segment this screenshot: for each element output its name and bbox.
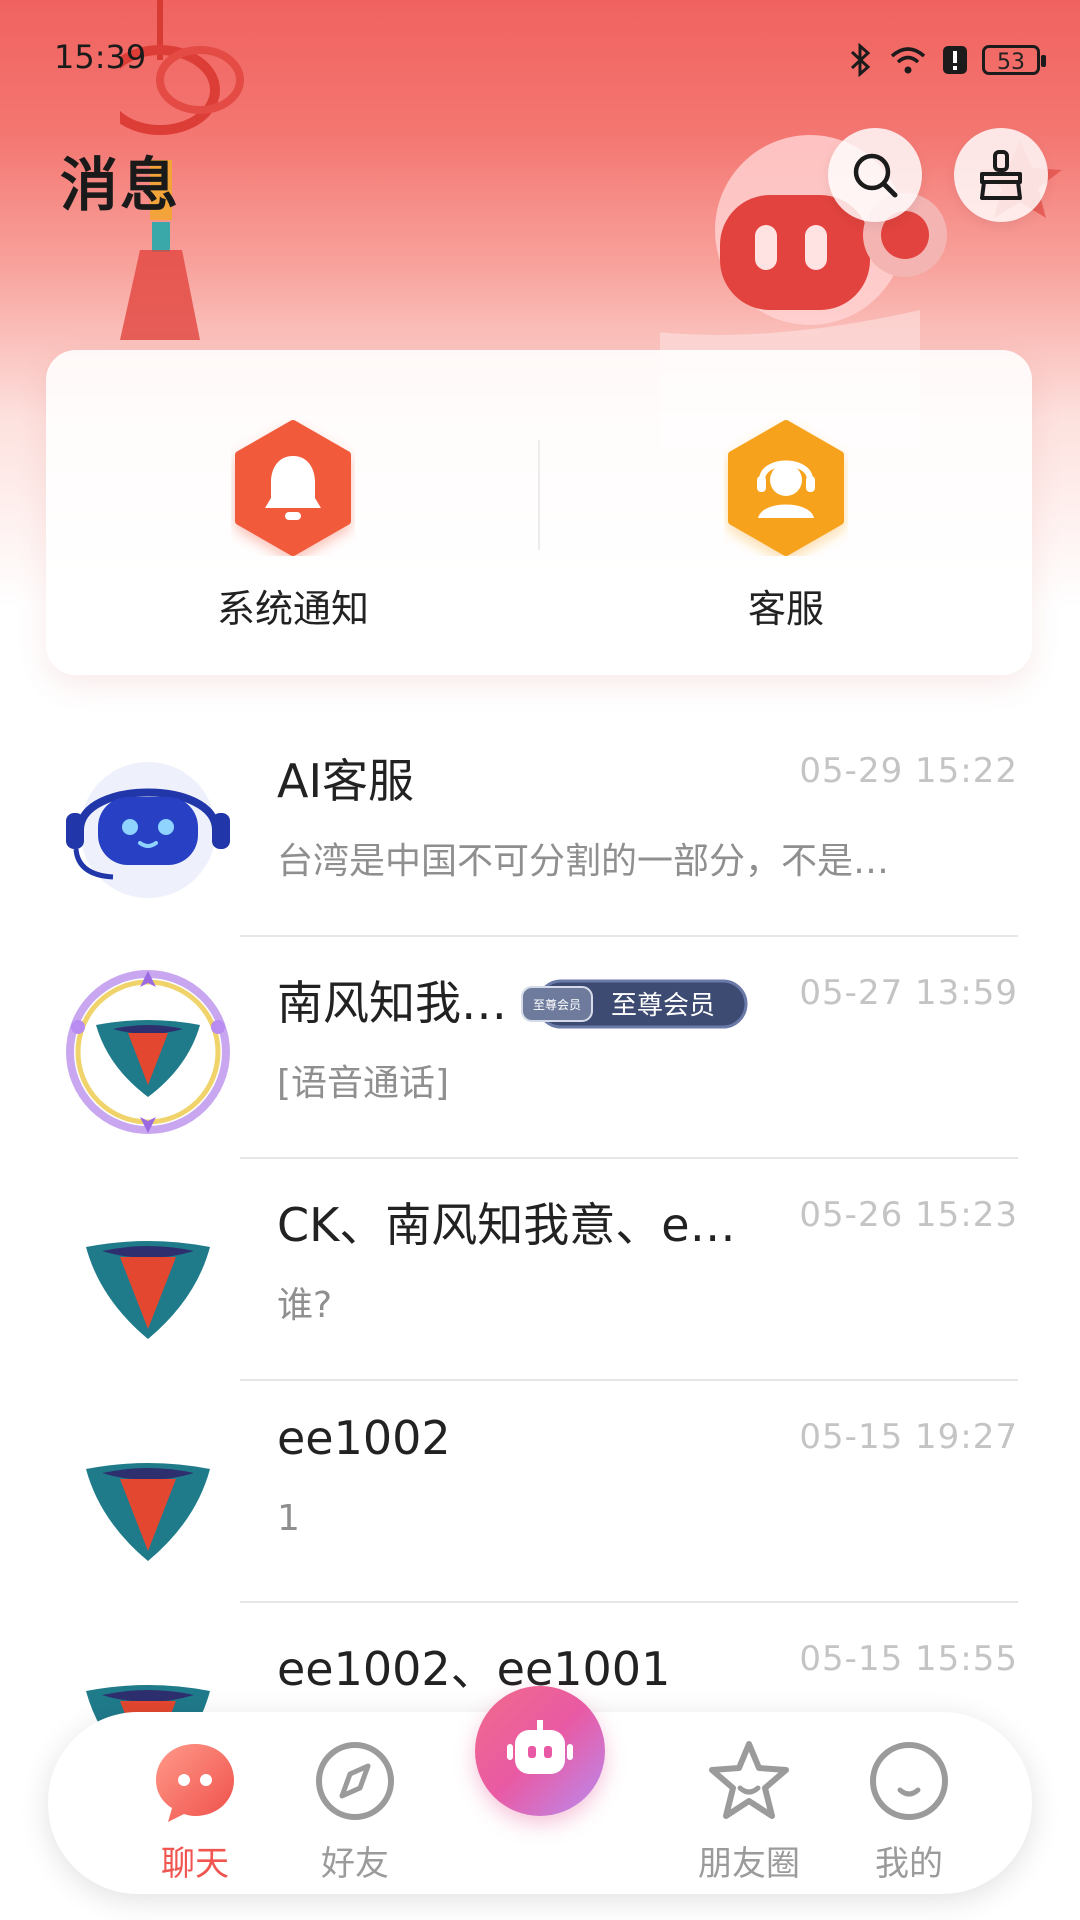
tab-friends-label: 好友: [321, 1844, 389, 1884]
status-icons: 53: [848, 40, 1046, 80]
framed-logo-avatar: [66, 970, 230, 1134]
message-list: AI客服 05-29 15:22 台湾是中国不可分割的一部分，不是… 南风知我……: [0, 715, 1080, 1825]
tab-friends[interactable]: 好友: [280, 1736, 430, 1885]
clear-messages-button[interactable]: [954, 128, 1048, 222]
conversation-time: 05-27 13:59: [799, 973, 1018, 1013]
system-notification-label: 系统通知: [216, 587, 369, 631]
customer-service-label: 客服: [747, 587, 824, 631]
conversation-time: 05-29 15:22: [799, 751, 1018, 791]
conversation-preview: 台湾是中国不可分割的一部分，不是…: [277, 841, 890, 882]
status-bar: 15:39 53: [0, 0, 1080, 120]
tab-chat[interactable]: 聊天: [120, 1736, 270, 1885]
quick-actions-card: 系统通知 客服: [46, 350, 1032, 675]
tab-moments[interactable]: 朋友圈: [674, 1736, 824, 1885]
customer-service-entry[interactable]: 客服: [636, 420, 936, 633]
search-icon: [853, 153, 898, 198]
logo-avatar: [86, 1241, 210, 1339]
conversation-row[interactable]: ee1002 05-15 19:27 1: [0, 1381, 1080, 1603]
tab-moments-label: 朋友圈: [698, 1844, 800, 1884]
bell-icon: [235, 420, 351, 556]
conversation-row[interactable]: AI客服 05-29 15:22 台湾是中国不可分割的一部分，不是…: [0, 715, 1080, 937]
conversation-name: ee1002、ee1001: [277, 1642, 671, 1696]
conversation-preview: 1: [277, 1498, 300, 1539]
star-icon: [709, 1741, 789, 1819]
logo-avatar: [86, 1463, 210, 1561]
supreme-vip-badge: 至尊会员 至尊会员: [521, 979, 748, 1029]
svg-text:至尊会员: 至尊会员: [533, 997, 581, 1012]
broom-icon: [980, 150, 1022, 200]
conversation-name: ee1002: [277, 1411, 451, 1465]
headset-agent-icon: [728, 420, 844, 556]
system-notification-entry[interactable]: 系统通知: [143, 420, 443, 633]
conversation-preview: 谁?: [277, 1285, 333, 1326]
conversation-name: CK、南风知我意、e…: [277, 1198, 736, 1252]
conversation-name: 南风知我…: [277, 976, 507, 1030]
badge-label: 至尊会员: [611, 991, 715, 1021]
quick-actions-divider: [538, 440, 540, 550]
status-time: 15:39: [54, 38, 147, 76]
robot-avatar: [66, 762, 230, 898]
conversation-time: 05-26 15:23: [799, 1195, 1018, 1235]
ai-assistant-button[interactable]: [475, 1686, 605, 1816]
page-title: 消息: [60, 151, 181, 219]
battery-indicator: 53: [982, 45, 1046, 75]
smile-face-icon: [870, 1742, 948, 1820]
conversation-preview: [语音通话]: [277, 1063, 450, 1104]
search-button[interactable]: [828, 128, 922, 222]
tab-chat-label: 聊天: [161, 1844, 229, 1884]
chat-icon: [156, 1744, 234, 1822]
conversation-name: AI客服: [277, 754, 415, 808]
tab-me[interactable]: 我的: [834, 1736, 984, 1885]
conversation-time: 05-15 19:27: [799, 1417, 1018, 1457]
bluetooth-icon: [850, 43, 871, 77]
alert-icon: [943, 46, 967, 74]
tab-me-label: 我的: [875, 1844, 943, 1884]
conversation-row[interactable]: CK、南风知我意、e… 05-26 15:23 谁?: [0, 1159, 1080, 1381]
robot-icon: [507, 1720, 573, 1774]
conversation-time: 05-15 15:55: [799, 1639, 1018, 1679]
wifi-icon: [890, 47, 926, 74]
compass-icon: [316, 1742, 394, 1820]
conversation-row[interactable]: 南风知我… 至尊会员 至尊会员 05-27 13:59 [语音通话]: [0, 937, 1080, 1159]
